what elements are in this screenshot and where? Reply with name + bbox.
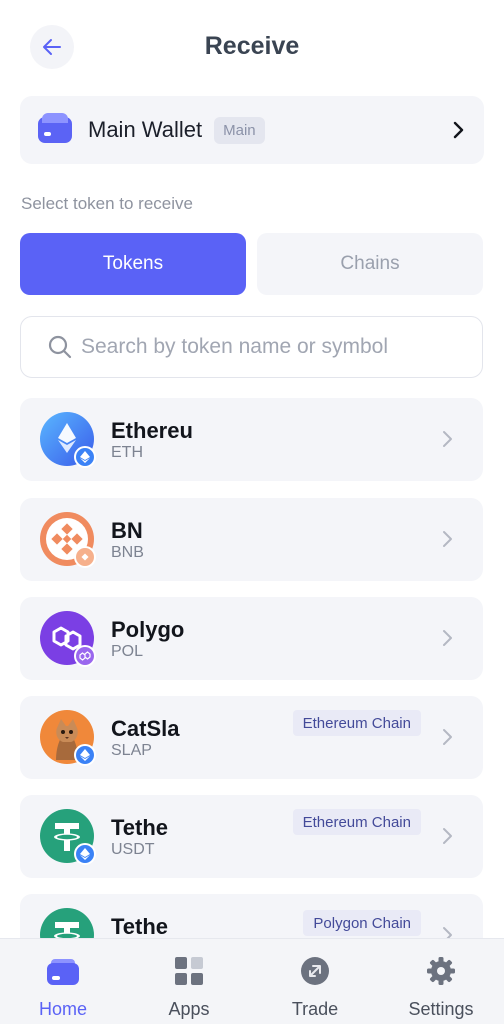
apps-grid-icon — [174, 955, 204, 987]
chevron-right-icon — [443, 729, 452, 745]
tab-chains[interactable]: Chains — [257, 233, 483, 295]
wallet-badge: Main — [214, 116, 265, 144]
chevron-right-icon — [443, 828, 452, 844]
token-name: BN — [111, 518, 143, 543]
search-input[interactable] — [81, 335, 461, 359]
page-title: Receive — [204, 32, 300, 60]
nav-label: Trade — [291, 999, 339, 1019]
token-row[interactable]: Tethe USDT Ethereum Chain — [20, 795, 483, 878]
section-label: Select token to receive — [21, 194, 193, 213]
token-symbol: USDT — [111, 841, 155, 858]
chain-tag: Polygon Chain — [303, 910, 421, 936]
token-name: CatSla — [111, 716, 180, 741]
catslap-logo — [40, 710, 96, 766]
tether-logo — [40, 809, 96, 865]
ethereum-chain-icon — [74, 446, 96, 468]
token-row[interactable]: BN BNB — [20, 498, 483, 581]
nav-trade[interactable]: Trade — [252, 939, 378, 1024]
chevron-right-icon — [443, 531, 452, 547]
wallet-icon — [46, 955, 80, 987]
token-name: Tethe — [111, 914, 169, 939]
bottom-nav: Home Apps Trade Settings — [0, 938, 504, 1024]
wallet-icon — [38, 113, 72, 143]
nav-label: Home — [38, 999, 87, 1019]
wallet-name: Main Wallet — [88, 117, 203, 142]
token-row[interactable]: Ethereu ETH — [20, 398, 483, 481]
tab-tokens[interactable]: Tokens — [20, 233, 246, 295]
nav-apps[interactable]: Apps — [126, 939, 252, 1024]
token-symbol: SLAP — [111, 742, 152, 759]
polygon-chain-icon — [74, 645, 96, 667]
chevron-right-icon — [443, 630, 452, 646]
header: Receive — [0, 0, 504, 92]
search-icon — [47, 334, 73, 360]
token-name: Ethereu — [111, 418, 193, 443]
search-box[interactable] — [20, 316, 483, 378]
bnb-chain-icon — [74, 546, 96, 568]
nav-label: Settings — [408, 999, 474, 1019]
token-name: Tethe — [111, 815, 169, 840]
token-row[interactable]: CatSla SLAP Ethereum Chain — [20, 696, 483, 779]
chevron-right-icon — [443, 431, 452, 447]
token-symbol: POL — [111, 643, 144, 660]
chevron-right-icon — [453, 121, 464, 139]
trade-icon — [300, 955, 330, 987]
ethereum-chain-icon — [74, 744, 96, 766]
token-symbol: BNB — [111, 544, 144, 561]
chain-tag: Ethereum Chain — [292, 809, 421, 835]
token-row[interactable]: Polygo POL — [20, 597, 483, 680]
token-name: Polygo — [111, 617, 185, 642]
gear-icon — [426, 955, 456, 987]
polygon-logo — [40, 611, 96, 667]
nav-label: Apps — [168, 999, 210, 1019]
nav-home[interactable]: Home — [0, 939, 126, 1024]
bnb-logo — [40, 512, 96, 568]
nav-settings[interactable]: Settings — [378, 939, 504, 1024]
wallet-selector[interactable]: Main Wallet Main — [20, 96, 484, 164]
token-symbol: ETH — [111, 444, 143, 461]
ethereum-chain-icon — [74, 843, 96, 865]
ethereum-logo — [40, 412, 96, 468]
chain-tag: Ethereum Chain — [292, 710, 421, 736]
